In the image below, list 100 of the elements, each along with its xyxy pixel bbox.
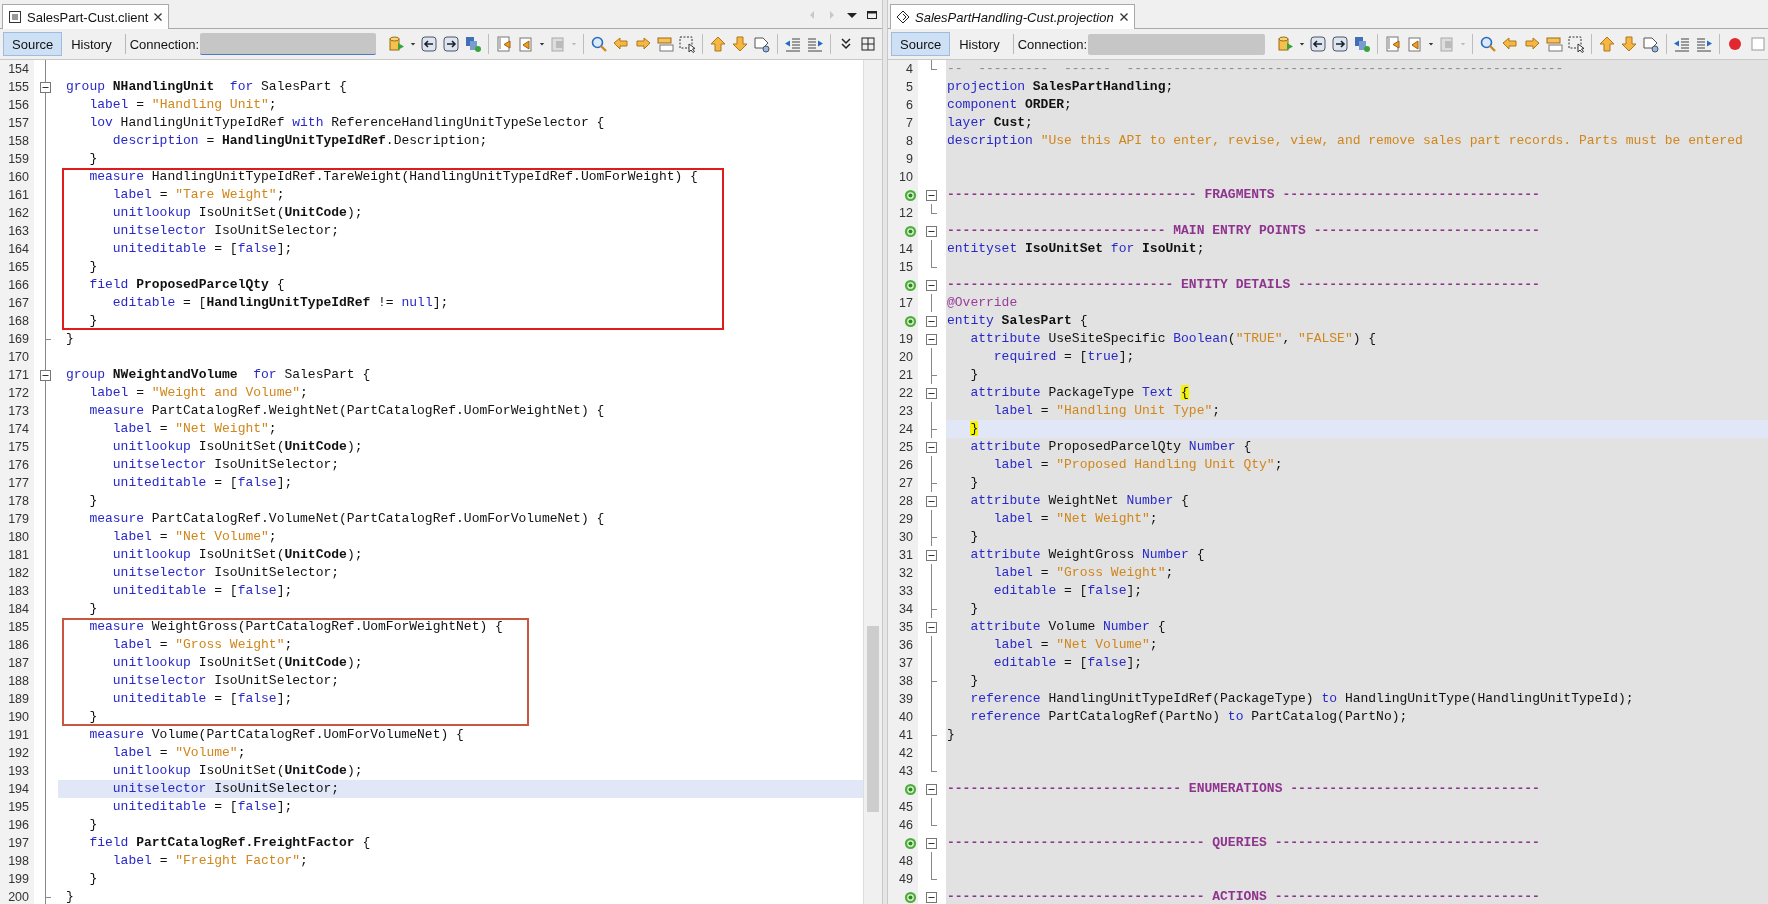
- fold-toggle[interactable]: [926, 279, 937, 291]
- code-line: reference PartCatalogRef(PartNo) to PartCatalog(PartNo);: [969, 709, 1408, 725]
- code-line: -- --------- ------ --------------------------------------------------------: [947, 61, 1564, 77]
- code-line: measure PartCatalogRef.WeightNet(PartCatalogRef.UomForWeightNet) {: [88, 403, 605, 419]
- code-line: unitselector IsoUnitSelector;: [111, 673, 340, 689]
- line-number: 33: [899, 584, 913, 598]
- line-number: 161: [8, 188, 29, 202]
- override-marker-icon[interactable]: [904, 188, 917, 202]
- line-number: 200: [8, 890, 29, 904]
- connection-field[interactable]: [200, 33, 377, 55]
- close-icon[interactable]: [1118, 12, 1129, 22]
- line-number: 14: [899, 242, 913, 256]
- line-number: 156: [8, 98, 29, 112]
- code-line: attribute PackageType Text {: [969, 385, 1189, 401]
- shift-left-icon[interactable]: [1673, 35, 1691, 53]
- shift-left-icon[interactable]: [784, 35, 803, 53]
- fold-toggle[interactable]: [926, 315, 937, 327]
- fold-toggle[interactable]: [926, 189, 937, 201]
- line-number: 180: [8, 530, 29, 544]
- line-number: 197: [8, 836, 29, 850]
- line-number: 28: [899, 494, 913, 508]
- fold-toggle[interactable]: [926, 549, 937, 561]
- view-tab[interactable]: Source: [891, 32, 951, 56]
- fold-toggle[interactable]: [40, 369, 51, 381]
- back-icon[interactable]: [1309, 35, 1327, 53]
- maximize-icon[interactable]: [866, 9, 878, 21]
- view-tab[interactable]: History: [950, 32, 1009, 56]
- fold-toggle[interactable]: [926, 333, 937, 345]
- line-number: 159: [8, 152, 29, 166]
- code-line: field PartCatalogRef.FreightFactor {: [88, 835, 371, 851]
- shift-right-icon[interactable]: [806, 35, 825, 53]
- line-number: 8: [906, 134, 913, 148]
- arrow-up-icon[interactable]: [709, 35, 728, 53]
- line-number: 162: [8, 206, 29, 220]
- connection-field[interactable]: [1088, 33, 1265, 55]
- fold-toggle[interactable]: [926, 783, 937, 795]
- view-tab[interactable]: History: [62, 32, 121, 56]
- line-number: 183: [8, 584, 29, 598]
- forward-icon[interactable]: [1331, 35, 1349, 53]
- line-number: 27: [899, 476, 913, 490]
- line-number: 12: [899, 206, 913, 220]
- code-line: }: [88, 709, 98, 725]
- code-line: lov HandlingUnitTypeIdRef with ReferenceHandlingUnitTypeSelector {: [88, 115, 605, 131]
- override-marker-icon[interactable]: [904, 224, 917, 238]
- override-marker-icon[interactable]: [904, 890, 917, 904]
- line-number: 31: [899, 548, 913, 562]
- arrow-down-icon[interactable]: [731, 35, 750, 53]
- code-line: ------------------------------ ENUMERATIONS --------------------------------: [947, 781, 1540, 797]
- fold-toggle[interactable]: [926, 495, 937, 507]
- fold-toggle[interactable]: [40, 81, 51, 93]
- line-number: 36: [899, 638, 913, 652]
- override-marker-icon[interactable]: [904, 836, 917, 850]
- close-icon[interactable]: [153, 12, 164, 22]
- search-icon[interactable]: [590, 35, 609, 53]
- override-marker-icon[interactable]: [904, 314, 917, 328]
- search-icon[interactable]: [1479, 35, 1497, 53]
- fold-toggle[interactable]: [926, 621, 937, 633]
- file-tab[interactable]: SalesPartHandling-Cust.projection: [890, 4, 1135, 29]
- fold-toggle[interactable]: [926, 837, 937, 849]
- code-line: unitlookup IsoUnitSet(UnitCode);: [111, 547, 363, 563]
- code-line: }: [969, 673, 979, 689]
- fold-toggle[interactable]: [926, 441, 937, 453]
- line-number: 163: [8, 224, 29, 238]
- file-tab[interactable]: SalesPart-Cust.client: [2, 4, 170, 29]
- code-line: unitlookup IsoUnitSet(UnitCode);: [111, 763, 363, 779]
- selection-icon[interactable]: [678, 35, 697, 53]
- code-line: measure HandlingUnitTypeIdRef.TareWeight(HandlingUnitTypeIdRef.UomForWeight) {: [88, 169, 698, 185]
- code-line: --------------------------------- QUERIES ----------------------------------: [947, 835, 1540, 851]
- tag-icon[interactable]: [1642, 35, 1660, 53]
- record-icon[interactable]: [1726, 35, 1744, 53]
- code-line: uniteditable = [false];: [111, 475, 293, 491]
- fold-toggle[interactable]: [926, 225, 937, 237]
- view-tab[interactable]: Source: [3, 32, 63, 56]
- override-marker-icon[interactable]: [904, 278, 917, 292]
- scrollbar-thumb[interactable]: [867, 626, 879, 812]
- line-number: 9: [906, 152, 913, 166]
- shift-right-icon[interactable]: [1695, 35, 1713, 53]
- selection-icon[interactable]: [1567, 35, 1585, 53]
- arrow-up-icon[interactable]: [1598, 35, 1616, 53]
- fold-toggle[interactable]: [926, 387, 937, 399]
- scrollbar[interactable]: [863, 60, 882, 904]
- line-number: 179: [8, 512, 29, 526]
- line-number: 187: [8, 656, 29, 670]
- code-line: attribute Volume Number {: [969, 619, 1166, 635]
- fold-toggle[interactable]: [926, 891, 937, 903]
- diamond-icon: [896, 10, 910, 24]
- code-line: attribute ProposedParcelQty Number {: [969, 439, 1252, 455]
- code-line: }: [88, 817, 98, 833]
- code-line: reference HandlingUnitTypeIdRef(PackageType) to HandlingUnitType(HandlingUnitTypeId);: [969, 691, 1634, 707]
- arrow-down-icon[interactable]: [1620, 35, 1638, 53]
- grid-icon[interactable]: [859, 35, 878, 53]
- tag-icon[interactable]: [753, 35, 772, 53]
- code-line: field ProposedParcelQty {: [88, 277, 285, 293]
- code-line: }: [88, 871, 98, 887]
- forward-icon[interactable]: [442, 35, 461, 53]
- document-arrow-icon[interactable]: [495, 35, 514, 53]
- code-line: unitlookup IsoUnitSet(UnitCode);: [111, 655, 363, 671]
- override-marker-icon[interactable]: [904, 782, 917, 796]
- code-line: label = "Gross Weight";: [992, 565, 1174, 581]
- back-icon[interactable]: [420, 35, 439, 53]
